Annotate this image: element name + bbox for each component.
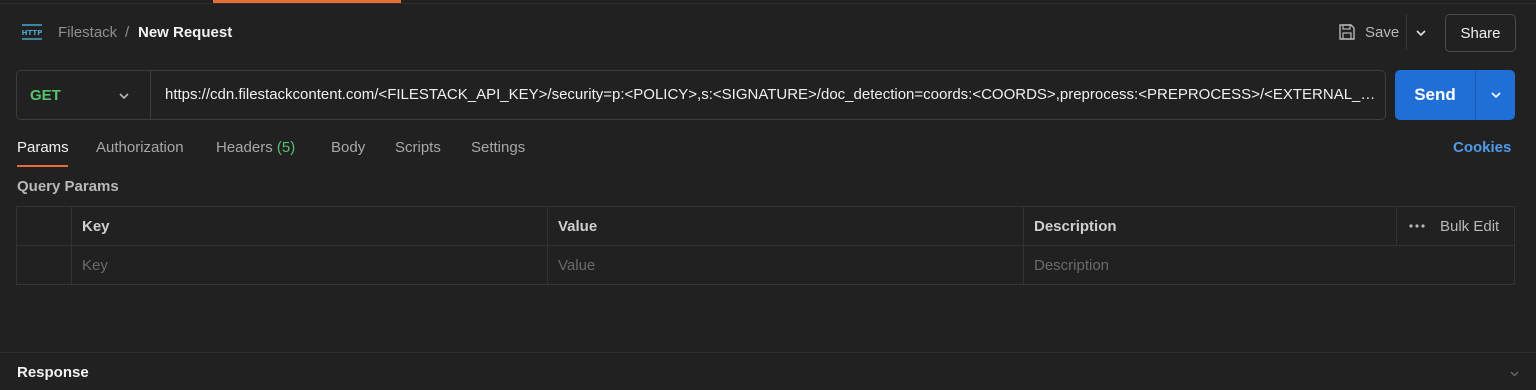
more-options-icon[interactable] xyxy=(1409,224,1425,228)
row-checkbox-cell xyxy=(17,246,71,285)
param-description-placeholder: Description xyxy=(1034,257,1110,274)
chevron-down-icon[interactable] xyxy=(117,89,131,103)
chevron-down-icon[interactable] xyxy=(1508,367,1521,380)
chevron-down-icon[interactable] xyxy=(1489,88,1503,102)
request-title[interactable]: New Request xyxy=(138,24,232,41)
query-params-table: Key Value Description Bulk Edit Key Valu… xyxy=(16,206,1515,285)
response-divider xyxy=(0,352,1536,353)
save-button[interactable]: Save xyxy=(1330,14,1436,50)
share-button[interactable]: Share xyxy=(1445,14,1516,52)
request-tabs: Params Authorization Headers (5) Body Sc… xyxy=(0,137,1536,167)
column-header-description: Description xyxy=(1023,207,1396,246)
query-params-title: Query Params xyxy=(17,178,119,195)
url-bar: GET https://cdn.filestackcontent.com/<FI… xyxy=(16,70,1386,120)
param-value-input[interactable]: Value xyxy=(547,246,1023,285)
send-button[interactable]: Send xyxy=(1395,70,1475,120)
column-header-description-label: Description xyxy=(1034,218,1117,235)
breadcrumb-separator: / xyxy=(125,24,130,41)
request-header: HTTP Filestack / New Request Save Share xyxy=(0,12,1536,52)
headers-count-badge: (5) xyxy=(276,139,296,156)
bulk-edit-button[interactable]: Bulk Edit xyxy=(1440,218,1499,235)
cookies-link[interactable]: Cookies xyxy=(1453,139,1511,156)
column-header-value: Value xyxy=(547,207,1023,246)
save-icon xyxy=(1339,24,1355,40)
table-row: Key Value Description xyxy=(17,246,1514,285)
method-select[interactable]: GET xyxy=(30,87,61,104)
save-divider xyxy=(1406,14,1407,50)
table-header-row: Key Value Description Bulk Edit xyxy=(17,207,1514,246)
send-button-group: Send xyxy=(1395,70,1515,120)
tab-active-underline xyxy=(17,165,68,167)
column-header-value-label: Value xyxy=(558,218,598,235)
save-label: Save xyxy=(1365,24,1400,41)
tab-params[interactable]: Params xyxy=(17,139,69,156)
response-panel-title[interactable]: Response xyxy=(17,364,89,381)
param-key-placeholder: Key xyxy=(82,257,108,274)
param-value-placeholder: Value xyxy=(558,257,596,274)
method-divider xyxy=(150,71,151,119)
top-divider xyxy=(0,3,1536,4)
url-input[interactable]: https://cdn.filestackcontent.com/<FILEST… xyxy=(165,86,1379,103)
column-header-key-label: Key xyxy=(82,218,110,235)
tab-authorization[interactable]: Authorization xyxy=(96,139,184,156)
tab-scripts[interactable]: Scripts xyxy=(395,139,441,156)
svg-text:HTTP: HTTP xyxy=(22,29,43,37)
param-description-input[interactable]: Description xyxy=(1023,246,1514,285)
tab-settings[interactable]: Settings xyxy=(471,139,525,156)
chevron-down-icon[interactable] xyxy=(1414,26,1428,40)
breadcrumb-collection[interactable]: Filestack xyxy=(58,24,117,41)
column-header-key: Key xyxy=(71,207,547,246)
param-key-input[interactable]: Key xyxy=(71,246,547,285)
send-divider xyxy=(1475,70,1476,120)
tab-headers[interactable]: Headers (5) xyxy=(216,139,295,156)
tab-body[interactable]: Body xyxy=(331,139,365,156)
tab-headers-label: Headers xyxy=(216,139,273,156)
bulk-edit-cell: Bulk Edit xyxy=(1396,207,1514,246)
http-icon: HTTP xyxy=(22,24,43,40)
